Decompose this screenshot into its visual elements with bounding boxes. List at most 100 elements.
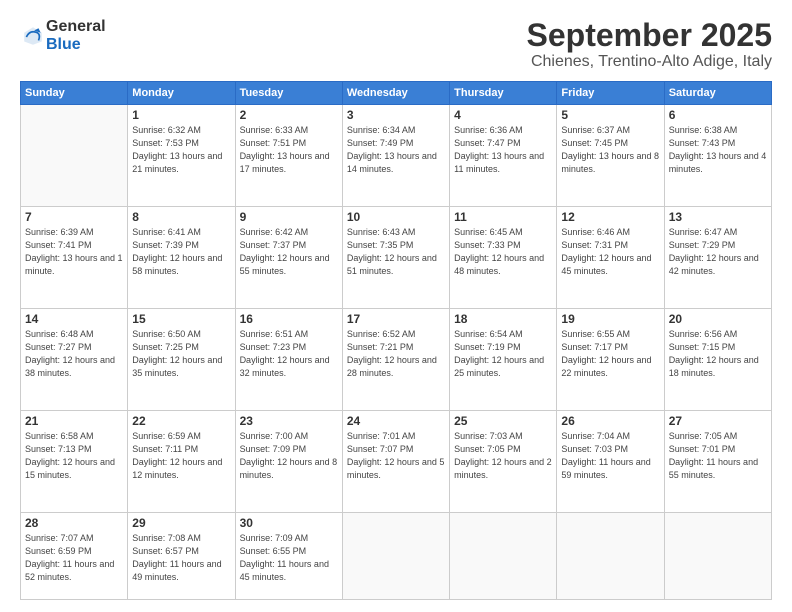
day-number: 4	[454, 108, 552, 122]
day-info: Sunrise: 6:50 AM Sunset: 7:25 PM Dayligh…	[132, 328, 230, 380]
day-info: Sunrise: 6:42 AM Sunset: 7:37 PM Dayligh…	[240, 226, 338, 278]
day-number: 26	[561, 414, 659, 428]
day-number: 17	[347, 312, 445, 326]
calendar-cell: 29Sunrise: 7:08 AM Sunset: 6:57 PM Dayli…	[128, 512, 235, 599]
calendar-cell: 3 Sunrise: 6:34 AM Sunset: 7:49 PM Daylig…	[342, 105, 449, 207]
calendar-row: 28 Sunrise: 7:07 AM Sunset: 6:59 PM Dayli…	[21, 512, 772, 599]
calendar-cell: 20 Sunrise: 6:56 AM Sunset: 7:15 PM Dayli…	[664, 309, 771, 411]
day-number: 27	[669, 414, 767, 428]
calendar-cell: 28 Sunrise: 7:07 AM Sunset: 6:59 PM Dayli…	[21, 512, 128, 599]
logo-icon	[22, 25, 44, 47]
day-info: Sunrise: 7:07 AM Sunset: 6:59 PM Dayligh…	[25, 532, 123, 584]
day-number: 11	[454, 210, 552, 224]
day-number: 8	[132, 210, 230, 224]
day-number: 25	[454, 414, 552, 428]
day-number: 23	[240, 414, 338, 428]
calendar-cell: 10 Sunrise: 6:43 AM Sunset: 7:35 PM Dayli…	[342, 207, 449, 309]
day-info: Sunrise: 7:01 AM Sunset: 7:07 PM Dayligh…	[347, 430, 445, 482]
calendar-cell	[342, 512, 449, 599]
calendar-cell: 15 Sunrise: 6:50 AM Sunset: 7:25 PM Dayli…	[128, 309, 235, 411]
day-number: 10	[347, 210, 445, 224]
day-info: Sunrise: 6:45 AM Sunset: 7:33 PM Dayligh…	[454, 226, 552, 278]
calendar-row: 7 Sunrise: 6:39 AM Sunset: 7:41 PM Daylig…	[21, 207, 772, 309]
logo-general-text: General	[46, 18, 106, 36]
day-info: Sunrise: 6:33 AM Sunset: 7:51 PM Dayligh…	[240, 124, 338, 176]
day-info: Sunrise: 6:47 AM Sunset: 7:29 PM Dayligh…	[669, 226, 767, 278]
day-info: Sunrise: 6:41 AM Sunset: 7:39 PM Dayligh…	[132, 226, 230, 278]
calendar-cell: 22 Sunrise: 6:59 AM Sunset: 7:11 PM Dayli…	[128, 410, 235, 512]
calendar-cell: 5Sunrise: 6:37 AM Sunset: 7:45 PM Daylig…	[557, 105, 664, 207]
day-number: 13	[669, 210, 767, 224]
day-info: Sunrise: 6:39 AM Sunset: 7:41 PM Dayligh…	[25, 226, 123, 278]
calendar-row: 14Sunrise: 6:48 AM Sunset: 7:27 PM Dayli…	[21, 309, 772, 411]
header-tuesday: Tuesday	[235, 82, 342, 105]
logo-blue-text: Blue	[46, 36, 106, 54]
calendar-cell: 1Sunrise: 6:32 AM Sunset: 7:53 PM Daylig…	[128, 105, 235, 207]
day-number: 19	[561, 312, 659, 326]
calendar-cell: 21 Sunrise: 6:58 AM Sunset: 7:13 PM Dayli…	[21, 410, 128, 512]
day-info: Sunrise: 6:59 AM Sunset: 7:11 PM Dayligh…	[132, 430, 230, 482]
day-info: Sunrise: 7:04 AM Sunset: 7:03 PM Dayligh…	[561, 430, 659, 482]
day-number: 29	[132, 516, 230, 530]
day-info: Sunrise: 7:05 AM Sunset: 7:01 PM Dayligh…	[669, 430, 767, 482]
calendar-cell: 2 Sunrise: 6:33 AM Sunset: 7:51 PM Daylig…	[235, 105, 342, 207]
calendar-cell: 13 Sunrise: 6:47 AM Sunset: 7:29 PM Dayli…	[664, 207, 771, 309]
logo: General Blue	[20, 18, 106, 53]
calendar-cell: 12 Sunrise: 6:46 AM Sunset: 7:31 PM Dayli…	[557, 207, 664, 309]
calendar-row: 1Sunrise: 6:32 AM Sunset: 7:53 PM Daylig…	[21, 105, 772, 207]
header-saturday: Saturday	[664, 82, 771, 105]
calendar-cell: 6 Sunrise: 6:38 AM Sunset: 7:43 PM Daylig…	[664, 105, 771, 207]
calendar-cell: 8 Sunrise: 6:41 AM Sunset: 7:39 PM Daylig…	[128, 207, 235, 309]
day-info: Sunrise: 6:58 AM Sunset: 7:13 PM Dayligh…	[25, 430, 123, 482]
calendar-cell	[21, 105, 128, 207]
day-number: 12	[561, 210, 659, 224]
calendar-cell: 7 Sunrise: 6:39 AM Sunset: 7:41 PM Daylig…	[21, 207, 128, 309]
header-friday: Friday	[557, 82, 664, 105]
day-number: 15	[132, 312, 230, 326]
calendar: Sunday Monday Tuesday Wednesday Thursday…	[20, 81, 772, 600]
calendar-row: 21 Sunrise: 6:58 AM Sunset: 7:13 PM Dayli…	[21, 410, 772, 512]
day-info: Sunrise: 7:00 AM Sunset: 7:09 PM Dayligh…	[240, 430, 338, 482]
day-info: Sunrise: 6:43 AM Sunset: 7:35 PM Dayligh…	[347, 226, 445, 278]
day-info: Sunrise: 6:48 AM Sunset: 7:27 PM Dayligh…	[25, 328, 123, 380]
day-number: 22	[132, 414, 230, 428]
header-thursday: Thursday	[450, 82, 557, 105]
day-number: 7	[25, 210, 123, 224]
day-number: 28	[25, 516, 123, 530]
day-number: 6	[669, 108, 767, 122]
day-number: 20	[669, 312, 767, 326]
calendar-cell: 27 Sunrise: 7:05 AM Sunset: 7:01 PM Dayli…	[664, 410, 771, 512]
day-number: 2	[240, 108, 338, 122]
day-info: Sunrise: 6:34 AM Sunset: 7:49 PM Dayligh…	[347, 124, 445, 176]
day-info: Sunrise: 6:51 AM Sunset: 7:23 PM Dayligh…	[240, 328, 338, 380]
title-block: September 2025 Chienes, Trentino-Alto Ad…	[527, 18, 772, 71]
header-sunday: Sunday	[21, 82, 128, 105]
day-number: 21	[25, 414, 123, 428]
calendar-cell: 24 Sunrise: 7:01 AM Sunset: 7:07 PM Dayli…	[342, 410, 449, 512]
calendar-cell: 4Sunrise: 6:36 AM Sunset: 7:47 PM Daylig…	[450, 105, 557, 207]
calendar-cell: 30Sunrise: 7:09 AM Sunset: 6:55 PM Dayli…	[235, 512, 342, 599]
day-info: Sunrise: 6:46 AM Sunset: 7:31 PM Dayligh…	[561, 226, 659, 278]
day-info: Sunrise: 7:09 AM Sunset: 6:55 PM Dayligh…	[240, 532, 338, 584]
day-number: 1	[132, 108, 230, 122]
calendar-cell	[450, 512, 557, 599]
day-info: Sunrise: 6:38 AM Sunset: 7:43 PM Dayligh…	[669, 124, 767, 176]
day-number: 3	[347, 108, 445, 122]
day-number: 18	[454, 312, 552, 326]
calendar-cell: 17Sunrise: 6:52 AM Sunset: 7:21 PM Dayli…	[342, 309, 449, 411]
day-info: Sunrise: 7:03 AM Sunset: 7:05 PM Dayligh…	[454, 430, 552, 482]
month-title: September 2025	[527, 18, 772, 53]
header-wednesday: Wednesday	[342, 82, 449, 105]
calendar-cell	[664, 512, 771, 599]
calendar-cell: 11 Sunrise: 6:45 AM Sunset: 7:33 PM Dayli…	[450, 207, 557, 309]
calendar-cell: 14Sunrise: 6:48 AM Sunset: 7:27 PM Dayli…	[21, 309, 128, 411]
day-info: Sunrise: 6:55 AM Sunset: 7:17 PM Dayligh…	[561, 328, 659, 380]
calendar-cell: 18Sunrise: 6:54 AM Sunset: 7:19 PM Dayli…	[450, 309, 557, 411]
weekday-header-row: Sunday Monday Tuesday Wednesday Thursday…	[21, 82, 772, 105]
day-number: 24	[347, 414, 445, 428]
header: General Blue September 2025 Chienes, Tre…	[20, 18, 772, 71]
day-info: Sunrise: 6:56 AM Sunset: 7:15 PM Dayligh…	[669, 328, 767, 380]
calendar-cell: 25 Sunrise: 7:03 AM Sunset: 7:05 PM Dayli…	[450, 410, 557, 512]
day-info: Sunrise: 6:37 AM Sunset: 7:45 PM Dayligh…	[561, 124, 659, 176]
calendar-cell: 9Sunrise: 6:42 AM Sunset: 7:37 PM Daylig…	[235, 207, 342, 309]
